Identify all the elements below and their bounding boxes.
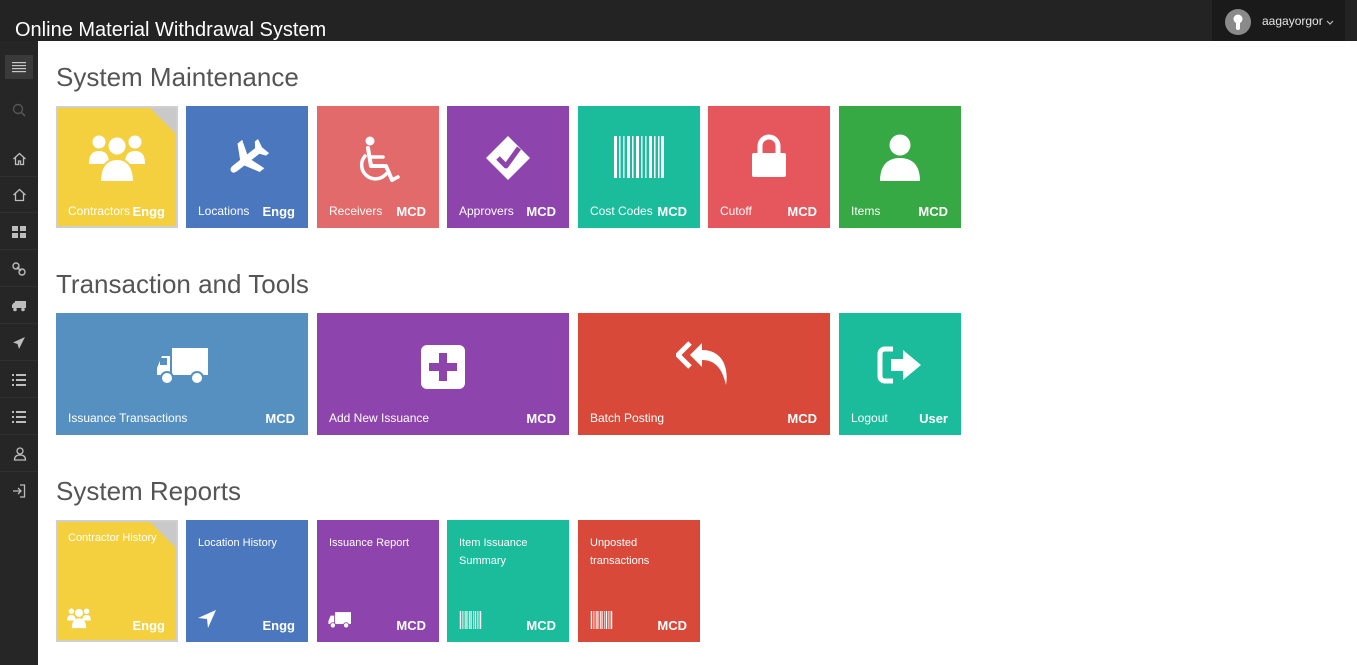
tile-locations[interactable]: Locations Engg [186, 106, 308, 228]
section-title-transactions: Transaction and Tools [56, 269, 309, 299]
home-outline-icon[interactable] [0, 177, 38, 213]
tile-location-history[interactable]: Location History Engg [186, 520, 308, 642]
tile-batch-posting[interactable]: Batch Posting MCD [578, 313, 830, 435]
tile-label: Logout [851, 411, 888, 425]
reply-all-icon [578, 341, 830, 387]
search-icon[interactable] [0, 92, 38, 128]
tile-cutoff[interactable]: Cutoff MCD [708, 106, 830, 228]
avatar [1225, 9, 1251, 35]
tile-label: Receivers [329, 204, 383, 218]
group-icon [58, 132, 176, 184]
section-title-maintenance: System Maintenance [56, 62, 299, 92]
list-icon[interactable] [0, 399, 38, 435]
truck-icon [328, 612, 351, 634]
list-icon[interactable] [0, 362, 38, 398]
tile-label: Locations [198, 204, 250, 218]
check-diamond-icon [447, 134, 569, 182]
tile-label: Issuance Transactions [68, 411, 188, 425]
location-arrow-icon [197, 609, 217, 634]
tile-logout[interactable]: Logout User [839, 313, 961, 435]
tile-badge: Engg [262, 618, 296, 633]
send-icon[interactable] [0, 325, 38, 361]
truck-icon [56, 348, 308, 386]
plus-square-icon [317, 345, 569, 389]
plane-icon [186, 138, 308, 180]
tile-label: Cost Codes [590, 204, 653, 218]
chevron-down-icon [1326, 13, 1334, 31]
tile-unposted-transactions[interactable]: Unposted transactions MCD [578, 520, 700, 642]
tile-badge: MCD [526, 204, 556, 219]
tile-badge: MCD [526, 411, 556, 426]
tile-issuance-report[interactable]: Issuance Report MCD [317, 520, 439, 642]
link-icon[interactable] [0, 251, 38, 287]
tile-badge: Engg [262, 204, 296, 219]
tile-label: Items [851, 204, 881, 218]
username: aagayorgor [1262, 14, 1323, 28]
tile-label: Contractor History [68, 532, 157, 544]
users-icon[interactable] [0, 436, 38, 472]
logout-icon[interactable] [0, 473, 38, 509]
user-menu[interactable]: aagayorgor [1212, 0, 1345, 41]
tile-contractor-history[interactable]: Contractor History Engg [56, 520, 178, 642]
lock-icon [708, 134, 830, 178]
tile-badge: MCD [787, 411, 817, 426]
tile-issuance-transactions[interactable]: Issuance Transactions MCD [56, 313, 308, 435]
barcode-icon [458, 611, 483, 634]
tile-label: Location History [198, 537, 277, 549]
tile-badge: MCD [657, 618, 687, 633]
grid-icon[interactable] [0, 214, 38, 250]
app-title: Online Material Withdrawal System [15, 19, 327, 41]
tile-receivers[interactable]: Receivers MCD [317, 106, 439, 228]
menu-icon[interactable] [0, 51, 38, 83]
tile-badge: MCD [657, 204, 687, 219]
truck-icon[interactable] [0, 288, 38, 324]
tile-label: Batch Posting [590, 411, 665, 425]
user-icon [839, 134, 961, 182]
tile-badge: MCD [526, 618, 556, 633]
wheelchair-icon [317, 136, 439, 186]
tile-badge: MCD [396, 618, 426, 633]
tile-items[interactable]: Items MCD [839, 106, 961, 228]
tile-label: Contractors [68, 204, 131, 218]
top-bar: Online Material Withdrawal System aagayo… [0, 0, 1357, 41]
tile-contractors[interactable]: Contractors Engg [56, 106, 178, 228]
tile-add-new-issuance[interactable]: Add New Issuance MCD [317, 313, 569, 435]
tile-label: Cutoff [720, 204, 752, 218]
barcode-icon [578, 136, 700, 178]
tile-badge: MCD [265, 411, 295, 426]
tile-approvers[interactable]: Approvers MCD [447, 106, 569, 228]
tile-badge: User [919, 411, 948, 426]
sign-out-icon [839, 346, 961, 384]
sidebar [0, 41, 38, 665]
section-title-reports: System Reports [56, 476, 241, 506]
home-icon[interactable] [0, 141, 38, 177]
tile-cost-codes[interactable]: Cost Codes MCD [578, 106, 700, 228]
tile-badge: Engg [132, 618, 166, 633]
tile-label: Add New Issuance [329, 411, 430, 425]
tile-label: Approvers [459, 204, 514, 218]
group-icon [67, 607, 91, 634]
tile-label: Issuance Report [329, 537, 410, 549]
tile-label: Unposted transactions [590, 537, 650, 567]
barcode-icon [589, 611, 614, 634]
tile-badge: MCD [396, 204, 426, 219]
tile-badge: MCD [918, 204, 948, 219]
tile-item-issuance-summary[interactable]: Item Issuance Summary MCD [447, 520, 569, 642]
tile-badge: MCD [787, 204, 817, 219]
tile-badge: Engg [132, 204, 166, 219]
tile-label: Item Issuance Summary [459, 537, 528, 567]
